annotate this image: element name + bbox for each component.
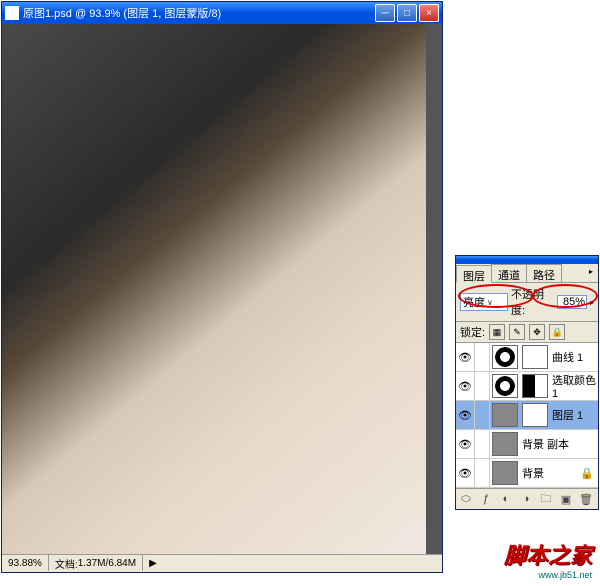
layer-name[interactable]: 图层 1: [550, 407, 598, 423]
chevron-down-icon: ∨: [487, 298, 493, 307]
link-cell[interactable]: [475, 430, 490, 458]
visibility-toggle-icon[interactable]: 👁: [456, 372, 475, 400]
layer-row[interactable]: 👁 背景 副本: [456, 430, 598, 459]
layer-thumb: [492, 432, 518, 456]
minimize-button[interactable]: ─: [375, 4, 395, 22]
link-layers-icon[interactable]: ⬭: [458, 491, 474, 507]
opacity-arrow-icon[interactable]: ▸: [590, 298, 594, 307]
mask-thumb: [522, 374, 548, 398]
mask-thumb: [522, 403, 548, 427]
panel-grip[interactable]: [456, 256, 598, 264]
lock-move-icon[interactable]: ✥: [529, 324, 545, 340]
link-cell[interactable]: [475, 372, 490, 400]
lock-paint-icon[interactable]: ✎: [509, 324, 525, 340]
layer-thumb: [492, 403, 518, 427]
watermark: 脚本之家 www.jb51.net: [504, 538, 592, 580]
lock-transparency-icon[interactable]: ▦: [489, 324, 505, 340]
layer-mask-icon[interactable]: ◐: [498, 491, 514, 507]
opacity-input[interactable]: [557, 295, 587, 309]
tab-channels[interactable]: 通道: [491, 264, 527, 282]
lock-all-icon[interactable]: 🔒: [549, 324, 565, 340]
layer-style-icon[interactable]: ƒ: [478, 491, 494, 507]
photo-content: [2, 24, 426, 554]
app-icon: [5, 6, 19, 20]
layer-row[interactable]: 👁 背景 🔒: [456, 459, 598, 488]
maximize-button[interactable]: □: [397, 4, 417, 22]
visibility-toggle-icon[interactable]: 👁: [456, 430, 475, 458]
panel-menu-icon[interactable]: ▸: [584, 264, 598, 278]
link-cell[interactable]: [475, 343, 490, 371]
link-cell[interactable]: [475, 401, 490, 429]
blend-mode-dropdown[interactable]: 亮度 ∨: [460, 293, 508, 311]
adjustment-layer-icon[interactable]: ◑: [518, 491, 534, 507]
layer-row-selected[interactable]: 👁 图层 1: [456, 401, 598, 430]
watermark-text-en: www.jb51.net: [538, 570, 592, 580]
layer-thumb: [492, 374, 518, 398]
layer-options-row: 亮度 ∨ 不透明度: ▸: [456, 283, 598, 322]
status-bar: 93.88% 文档: 1.37M/6.84M ▶: [2, 554, 442, 571]
layer-name[interactable]: 背景: [520, 465, 580, 481]
close-button[interactable]: ×: [419, 4, 439, 22]
panel-tabs: 图层 通道 路径 ▸: [456, 264, 598, 283]
zoom-level[interactable]: 93.88%: [2, 555, 49, 571]
layer-name[interactable]: 曲线 1: [550, 349, 598, 365]
new-layer-icon[interactable]: ▣: [558, 491, 574, 507]
lock-row: 锁定: ▦ ✎ ✥ 🔒: [456, 322, 598, 343]
opacity-label: 不透明度:: [511, 286, 554, 318]
document-window: 原图1.psd @ 93.9% (图层 1, 图层蒙版/8) ─ □ × 93.…: [1, 1, 443, 573]
tab-paths[interactable]: 路径: [526, 264, 562, 282]
mask-thumb: [522, 345, 548, 369]
layer-thumb: [492, 461, 518, 485]
layer-row[interactable]: 👁 选取颜色 1: [456, 372, 598, 401]
delete-layer-icon[interactable]: 🗑: [578, 491, 594, 507]
layers-panel: 图层 通道 路径 ▸ 亮度 ∨ 不透明度: ▸ 锁定: ▦ ✎ ✥ 🔒 👁 曲线…: [455, 255, 599, 510]
document-title: 原图1.psd @ 93.9% (图层 1, 图层蒙版/8): [23, 5, 375, 21]
link-cell[interactable]: [475, 459, 490, 487]
visibility-toggle-icon[interactable]: 👁: [456, 459, 475, 487]
new-group-icon[interactable]: 🗀: [538, 491, 554, 507]
doc-size: 文档: 1.37M/6.84M: [49, 555, 143, 571]
tab-layers[interactable]: 图层: [456, 265, 492, 283]
layer-name[interactable]: 背景 副本: [520, 436, 598, 452]
lock-icon: 🔒: [580, 467, 598, 480]
layer-name[interactable]: 选取颜色 1: [550, 372, 598, 400]
status-spacer: ▶: [143, 555, 442, 571]
visibility-toggle-icon[interactable]: 👁: [456, 401, 475, 429]
layer-row[interactable]: 👁 曲线 1: [456, 343, 598, 372]
layers-list: 👁 曲线 1 👁 选取颜色 1 👁 图层 1 👁 背景 副本: [456, 343, 598, 488]
lock-label: 锁定:: [460, 324, 485, 340]
visibility-toggle-icon[interactable]: 👁: [456, 343, 475, 371]
layer-thumb: [492, 345, 518, 369]
watermark-text-cn: 脚本之家: [504, 538, 592, 570]
document-titlebar[interactable]: 原图1.psd @ 93.9% (图层 1, 图层蒙版/8) ─ □ ×: [2, 2, 442, 24]
panel-footer: ⬭ ƒ ◐ ◑ 🗀 ▣ 🗑: [456, 488, 598, 509]
canvas-area[interactable]: [2, 24, 442, 554]
